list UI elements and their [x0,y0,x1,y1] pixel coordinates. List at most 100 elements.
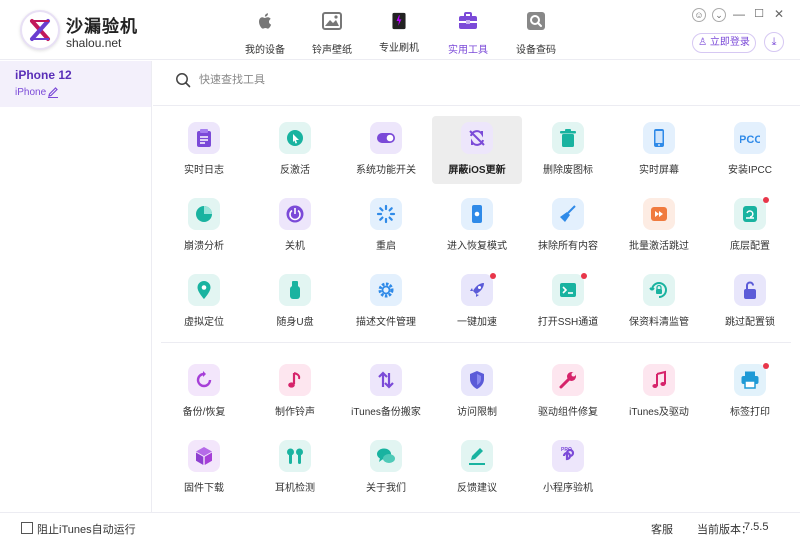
toggle-icon [377,133,395,143]
download-icon[interactable]: ⤓ [764,32,784,52]
nav-tab-device-lookup[interactable]: 设备查码 [496,8,576,58]
cursor-click-icon [287,130,303,146]
tool-label: 跳过配置锁 [725,317,775,328]
mini-program-icon: PRO [561,447,575,461]
tool-one-click-boost[interactable]: 一键加速 [432,268,522,336]
tool-label-print[interactable]: 标签打印 [705,358,795,426]
search-device-icon [527,12,545,30]
tool-feedback[interactable]: 反馈建议 [432,434,522,502]
device-model: iPhone [15,87,47,98]
tool-recovery-mode[interactable]: 进入恢复模式 [432,192,522,260]
header: 沙漏验机 shalou.net 我的设备 铃声壁纸 专业刷机 实用工具 设备查码… [0,0,800,60]
customer-service-link[interactable]: 客服 [651,521,673,537]
tool-delete-icons[interactable]: 删除废图标 [523,116,613,184]
nav-tab-pro-flash[interactable]: 专业刷机 [359,8,439,58]
tool-profile-management[interactable]: 描述文件管理 [341,268,431,336]
edit-icon[interactable] [47,86,59,98]
tool-realtime-log[interactable]: 实时日志 [159,116,249,184]
tool-access-restriction[interactable]: 访问限制 [432,358,522,426]
tool-label: 小程序验机 [543,483,593,494]
tool-label: 底层配置 [730,241,770,252]
feedback-edit-icon [469,448,485,465]
tool-make-ringtone[interactable]: 制作铃声 [250,358,340,426]
main-panel: 实时日志 反激活 系统功能开关 屏蔽iOS更新 删除废图标 实时屏幕 IPCC … [153,61,800,512]
tool-driver-repair[interactable]: 驱动组件修复 [523,358,613,426]
broom-icon [560,205,576,222]
skip-forward-icon [651,207,667,221]
search-input[interactable] [199,70,599,90]
terminal-icon [560,283,576,297]
phone-screen-icon [654,129,664,147]
chat-icon[interactable]: ☺ [692,8,706,22]
status-bar: 阻止iTunes自动运行 客服 当前版本： 7.5.5 [0,512,800,542]
chat-bubbles-icon [377,448,395,463]
flash-phone-icon [392,12,406,30]
apple-icon [259,13,272,29]
block-itunes-checkbox[interactable] [21,522,33,534]
maximize-icon[interactable]: ☐ [752,8,766,22]
wallpaper-icon [322,12,342,30]
tool-deactivate[interactable]: 反激活 [250,116,340,184]
minimize-icon[interactable]: — [732,8,746,22]
usb-drive-icon [290,281,300,299]
tool-clean-supervision[interactable]: 保资料清监管 [614,268,704,336]
login-button[interactable]: ♙ 立即登录 [692,33,756,53]
tool-block-ios-update[interactable]: 屏蔽iOS更新 [432,116,522,184]
package-box-icon [196,447,212,465]
trash-icon [560,129,576,147]
svg-text:IPCC: IPCC [740,134,760,146]
user-icon: ♙ [698,37,708,48]
music-note-icon [288,372,301,388]
restart-icon [376,204,396,224]
app-logo [20,10,60,50]
wrench-icon [559,372,576,389]
tool-mini-program-check[interactable]: PRO 小程序验机 [523,434,613,502]
itunes-icon [652,370,666,388]
tool-usb-drive[interactable]: 随身U盘 [250,268,340,336]
app-window: 沙漏验机 shalou.net 我的设备 铃声壁纸 专业刷机 实用工具 设备查码… [0,0,800,542]
chevron-down-icon[interactable]: ⌄ [712,8,726,22]
tool-label: 安装IPCC [728,165,772,176]
section-divider [161,342,791,343]
device-card[interactable]: iPhone 12 iPhone [0,61,151,107]
version-value: 7.5.5 [744,521,769,533]
tool-skip-config-lock[interactable]: 跳过配置锁 [705,268,795,336]
tool-realtime-screen[interactable]: 实时屏幕 [614,116,704,184]
tool-virtual-location[interactable]: 虚拟定位 [159,268,249,336]
nav-label: 设备查码 [516,45,556,56]
clean-lock-icon [649,282,667,298]
tool-itunes-backup-move[interactable]: iTunes备份搬家 [341,358,431,426]
brand-name: 沙漏验机 [66,17,138,36]
notification-badge [763,363,769,369]
tool-shutdown[interactable]: 关机 [250,192,340,260]
tool-erase-all[interactable]: 抹除所有内容 [523,192,613,260]
tool-restart[interactable]: 重启 [341,192,431,260]
power-icon [286,205,304,223]
block-update-icon [469,130,485,146]
tool-about-us[interactable]: 关于我们 [341,434,431,502]
device-name: iPhone 12 [15,68,72,82]
checkbox-label: 阻止iTunes自动运行 [37,524,136,536]
pie-chart-icon [196,206,212,222]
backup-restore-icon [196,371,212,388]
tool-backup-restore[interactable]: 备份/恢复 [159,358,249,426]
rocket-icon [470,283,484,297]
tool-itunes-driver[interactable]: iTunes及驱动 [614,358,704,426]
close-icon[interactable]: ✕ [772,8,786,22]
brand-domain: shalou.net [66,36,122,50]
tool-low-level-config[interactable]: 底层配置 [705,192,795,260]
toolbox-icon [459,12,477,29]
tool-firmware-download[interactable]: 固件下载 [159,434,249,502]
location-pin-icon [197,281,211,299]
sidebar: iPhone 12 iPhone [0,61,152,512]
tool-open-ssh[interactable]: 打开SSH通道 [523,268,613,336]
tool-install-ipcc[interactable]: IPCC 安装IPCC [705,116,795,184]
tool-crash-analysis[interactable]: 崩溃分析 [159,192,249,260]
tool-system-switch[interactable]: 系统功能开关 [341,116,431,184]
search-icon [176,73,191,88]
notification-badge [490,273,496,279]
config-icon [743,206,757,222]
nav-label: 专业刷机 [379,43,419,54]
tool-batch-activate-skip[interactable]: 批量激活跳过 [614,192,704,260]
tool-earphone-test[interactable]: 耳机检测 [250,434,340,502]
